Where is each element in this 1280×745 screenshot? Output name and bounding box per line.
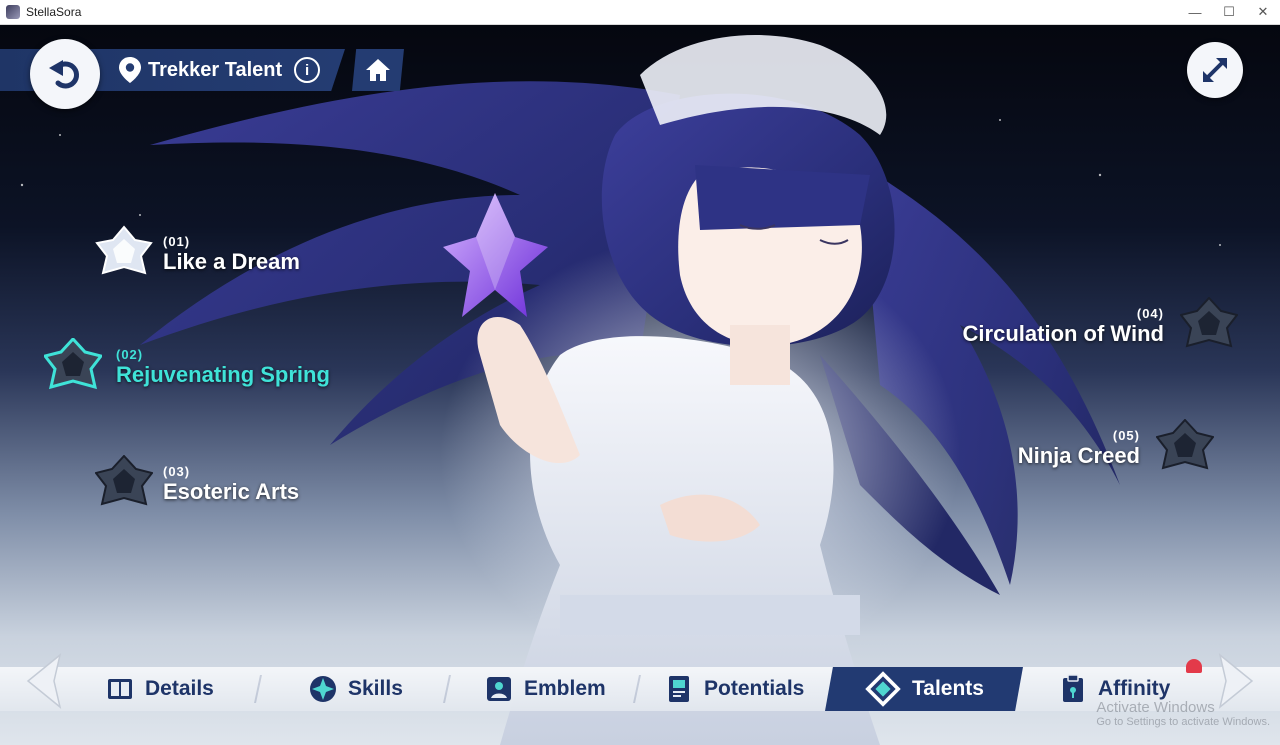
talent-node-05[interactable]: (05) Ninja Creed	[1018, 419, 1214, 477]
notification-badge	[1186, 659, 1202, 673]
tab-label: Potentials	[704, 677, 805, 700]
tab-divider	[443, 675, 451, 703]
talent-node-03[interactable]: (03) Esoteric Arts	[95, 455, 299, 513]
talent-node-02[interactable]: (02) Rejuvenating Spring	[44, 338, 330, 396]
portrait-icon	[487, 677, 511, 701]
tab-divider	[633, 675, 641, 703]
tab-potentials[interactable]: Potentials	[664, 667, 804, 711]
watermark-line2: Go to Settings to activate Windows.	[1096, 716, 1270, 728]
dark-crystal-icon	[1156, 419, 1214, 470]
dark-crystal-icon	[95, 455, 153, 506]
talent-node-04[interactable]: (04) Circulation of Wind	[963, 297, 1238, 355]
window-titlebar: StellaSora — ☐ ✕	[0, 0, 1280, 25]
talent-node-01[interactable]: (01) Like a Dream	[95, 225, 300, 283]
tab-divider	[254, 675, 262, 703]
minimize-button[interactable]: —	[1178, 0, 1212, 24]
fullscreen-button[interactable]	[1187, 42, 1243, 98]
watermark-line1: Activate Windows	[1096, 699, 1215, 716]
tab-label: Talents	[912, 677, 984, 700]
clipboard-icon	[1063, 674, 1083, 702]
back-button[interactable]	[30, 39, 100, 109]
talent-diamond-icon	[865, 671, 901, 707]
talent-name: Circulation of Wind	[962, 320, 1164, 346]
tab-label: Skills	[348, 677, 403, 700]
talent-number: (01)	[163, 233, 191, 249]
tab-details[interactable]: Details	[105, 667, 214, 711]
book-icon	[108, 679, 132, 699]
talent-number: (04)	[1136, 305, 1164, 321]
talent-number: (03)	[163, 463, 191, 479]
dark-crystal-icon	[1180, 297, 1238, 348]
expand-arrows-icon	[1203, 58, 1227, 82]
close-button[interactable]: ✕	[1246, 0, 1280, 24]
back-arrow-icon	[49, 60, 79, 89]
tab-label: Details	[145, 677, 214, 700]
previous-arrow-icon[interactable]	[24, 653, 64, 709]
home-icon	[366, 59, 390, 81]
tab-skills[interactable]: Skills	[308, 667, 403, 711]
tab-emblem[interactable]: Emblem	[484, 667, 606, 711]
bottom-tab-bar: Details Skills Emblem Potentials Talents…	[0, 667, 1280, 711]
white-crystal-icon	[95, 225, 153, 275]
activate-windows-watermark: Activate Windows Go to Settings to activ…	[1096, 699, 1270, 728]
potential-card-icon	[669, 676, 689, 702]
talent-name: Like a Dream	[163, 248, 300, 274]
talent-name: Ninja Creed	[1017, 442, 1140, 468]
maximize-button[interactable]: ☐	[1212, 0, 1246, 24]
info-icon[interactable]: i	[294, 57, 321, 83]
talent-number: (02)	[116, 346, 144, 362]
tab-talents[interactable]: Talents	[825, 667, 1023, 711]
game-viewport: Trekker Talent i (01) Like a Dream (02) …	[0, 25, 1280, 745]
talent-number: (05)	[1112, 427, 1140, 443]
app-icon	[6, 5, 20, 19]
home-button[interactable]	[352, 49, 404, 91]
dark-crystal-selected-icon	[44, 338, 102, 390]
star-compass-icon	[310, 676, 336, 702]
window-title: StellaSora	[26, 5, 82, 19]
talent-name: Rejuvenating Spring	[116, 361, 330, 387]
window-controls: — ☐ ✕	[1178, 0, 1280, 24]
talent-name: Esoteric Arts	[163, 478, 300, 504]
tab-label: Emblem	[524, 677, 606, 700]
map-pin-icon	[119, 57, 141, 83]
page-title: Trekker Talent	[148, 58, 283, 81]
tab-label: Affinity	[1098, 677, 1171, 700]
